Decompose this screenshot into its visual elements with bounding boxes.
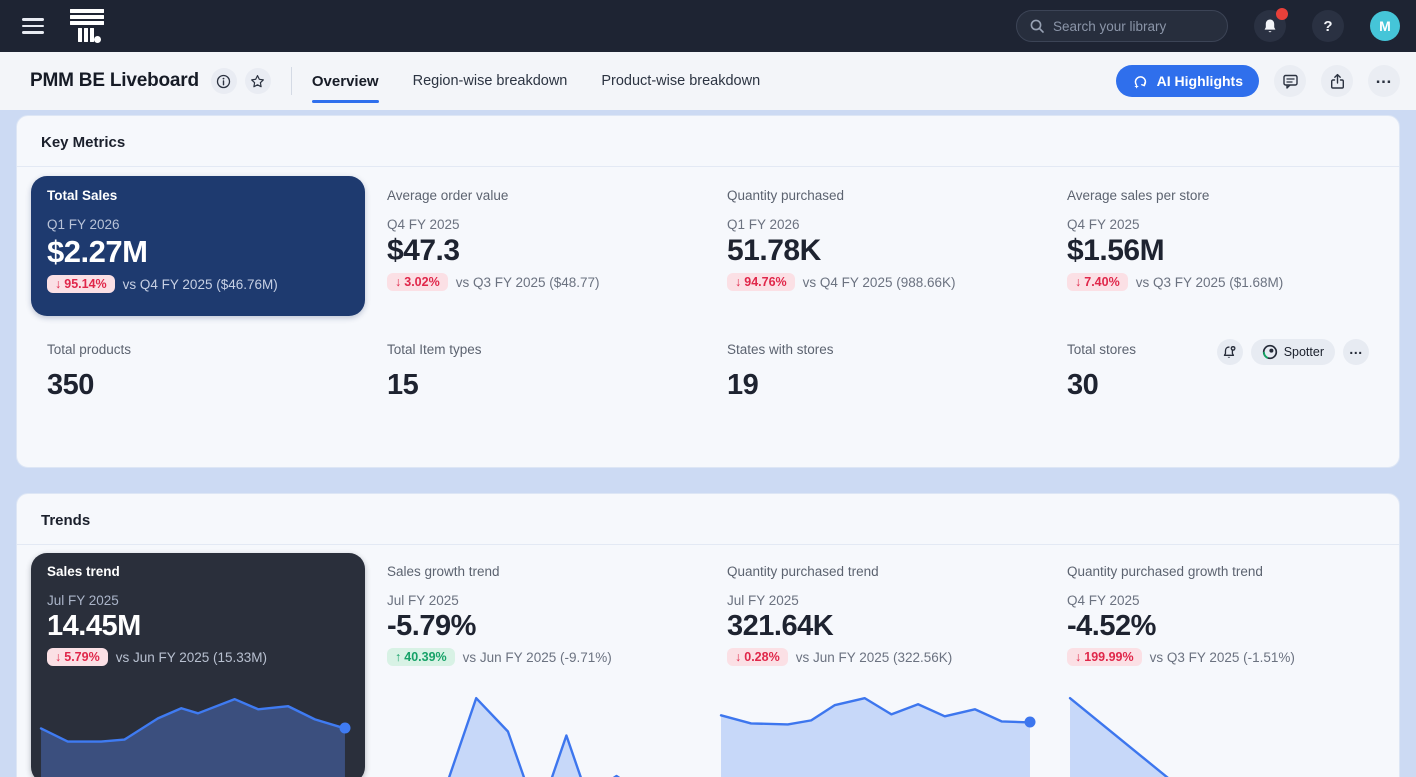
- liveboard-tabs: Overview Region-wise breakdown Product-w…: [312, 52, 760, 110]
- change-badge: ↓95.14%: [47, 275, 115, 293]
- arrow-down-icon: ↓: [55, 650, 61, 664]
- trend-card-sales-growth-trend[interactable]: Sales growth trend Jul FY 2025 -5.79% ↑4…: [371, 553, 705, 777]
- card-hover-controls: Spotter …: [1217, 339, 1369, 365]
- page-title: PMM BE Liveboard: [30, 70, 199, 92]
- card-more-button[interactable]: …: [1343, 339, 1369, 365]
- share-button[interactable]: [1321, 65, 1353, 97]
- more-options-button[interactable]: …: [1368, 65, 1400, 97]
- comparison-text: vs Q3 FY 2025 ($48.77): [456, 275, 600, 290]
- comparison-text: vs Q4 FY 2025 ($46.76M): [123, 277, 278, 292]
- comments-button[interactable]: [1274, 65, 1306, 97]
- trend-card-sales-trend[interactable]: Sales trend Jul FY 2025 14.45M ↓5.79% vs…: [31, 553, 365, 777]
- chart-end-dot: [339, 723, 350, 734]
- comment-icon: [1282, 73, 1299, 90]
- thoughtspot-logo-icon[interactable]: [70, 9, 104, 43]
- spotter-icon: [1262, 344, 1278, 360]
- search-icon: [1029, 18, 1045, 34]
- header-actions: AI Highlights …: [1116, 65, 1400, 97]
- sales-trend-sparkline: [31, 682, 365, 777]
- top-navbar: ? M: [0, 0, 1416, 52]
- comparison-text: vs Q4 FY 2025 (988.66K): [803, 275, 956, 290]
- app-root: ? M PMM BE Liveboard Overview Region-wis…: [0, 0, 1416, 777]
- star-icon: [250, 74, 265, 89]
- change-badge: ↑40.39%: [387, 648, 455, 666]
- key-metrics-title: Key Metrics: [17, 116, 1399, 167]
- change-badge: ↓0.28%: [727, 648, 788, 666]
- bell-plus-icon: [1222, 345, 1237, 360]
- share-icon: [1329, 73, 1346, 90]
- kpi-card-total-products[interactable]: Total products 350: [31, 342, 365, 402]
- spotter-button[interactable]: Spotter: [1251, 339, 1335, 365]
- info-button[interactable]: [211, 68, 237, 94]
- tab-region-wise-breakdown[interactable]: Region-wise breakdown: [413, 52, 568, 110]
- comparison-text: vs Jun FY 2025 (322.56K): [796, 650, 953, 665]
- tab-overview[interactable]: Overview: [312, 52, 379, 110]
- help-button[interactable]: ?: [1312, 10, 1344, 42]
- arrow-down-icon: ↓: [1075, 650, 1081, 664]
- bell-icon: [1262, 18, 1278, 35]
- trends-section: Trends Sales trend Jul FY 2025 14.45M ↓5…: [16, 493, 1400, 777]
- change-badge: ↓3.02%: [387, 273, 448, 291]
- kpi-card-average-sales-per-store[interactable]: Average sales per store Q4 FY 2025 $1.56…: [1051, 176, 1385, 316]
- comparison-text: vs Q3 FY 2025 (-1.51%): [1150, 650, 1295, 665]
- kpi-card-average-order-value[interactable]: Average order value Q4 FY 2025 $47.3 ↓3.…: [371, 176, 705, 316]
- arrow-down-icon: ↓: [55, 277, 61, 291]
- comparison-text: vs Jun FY 2025 (15.33M): [116, 650, 267, 665]
- arrow-down-icon: ↓: [735, 275, 741, 289]
- hamburger-menu-icon[interactable]: [22, 18, 44, 34]
- trends-grid: Sales trend Jul FY 2025 14.45M ↓5.79% vs…: [17, 545, 1399, 777]
- liveboard-header: PMM BE Liveboard Overview Region-wise br…: [0, 52, 1416, 110]
- favorite-button[interactable]: [245, 68, 271, 94]
- kpi-card-total-sales[interactable]: Total Sales Q1 FY 2026 $2.27M ↓95.14% vs…: [31, 176, 365, 316]
- change-badge: ↓5.79%: [47, 648, 108, 666]
- divider: [291, 67, 292, 95]
- change-badge: ↓94.76%: [727, 273, 795, 291]
- arrow-down-icon: ↓: [1075, 275, 1081, 289]
- trend-card-quantity-purchased-trend[interactable]: Quantity purchased trend Jul FY 2025 321…: [711, 553, 1045, 777]
- quantity-purchased-trend-sparkline: [711, 682, 1045, 777]
- change-badge: ↓7.40%: [1067, 273, 1128, 291]
- key-metrics-section: Key Metrics Total Sales Q1 FY 2026 $2.27…: [16, 115, 1400, 468]
- arrow-down-icon: ↓: [395, 275, 401, 289]
- more-icon: …: [1349, 341, 1364, 357]
- question-mark-icon: ?: [1323, 18, 1332, 35]
- create-alert-button[interactable]: [1217, 339, 1243, 365]
- notifications-button[interactable]: [1254, 10, 1286, 42]
- ai-sparkle-icon: [1132, 73, 1149, 90]
- info-icon: [216, 74, 231, 89]
- kpi-card-total-stores[interactable]: Total stores 30 Spo: [1051, 342, 1385, 402]
- kpi-card-states-with-stores[interactable]: States with stores 19: [711, 342, 1045, 402]
- notification-badge-dot: [1276, 8, 1288, 20]
- search-input[interactable]: [1053, 19, 1215, 34]
- kpi-card-total-item-types[interactable]: Total Item types 15: [371, 342, 705, 402]
- arrow-down-icon: ↓: [735, 650, 741, 664]
- comparison-text: vs Jun FY 2025 (-9.71%): [463, 650, 612, 665]
- trend-card-quantity-purchased-growth-trend[interactable]: Quantity purchased growth trend Q4 FY 20…: [1051, 553, 1385, 777]
- trends-title: Trends: [17, 494, 1399, 545]
- change-badge: ↓199.99%: [1067, 648, 1142, 666]
- library-search[interactable]: [1016, 10, 1228, 42]
- ai-highlights-button[interactable]: AI Highlights: [1116, 65, 1259, 97]
- user-avatar[interactable]: M: [1370, 11, 1400, 41]
- key-metrics-grid: Total Sales Q1 FY 2026 $2.27M ↓95.14% vs…: [17, 167, 1399, 402]
- quantity-purchased-growth-trend-sparkline: [1051, 682, 1385, 777]
- chart-end-dot: [1024, 717, 1035, 728]
- kpi-card-quantity-purchased[interactable]: Quantity purchased Q1 FY 2026 51.78K ↓94…: [711, 176, 1045, 316]
- arrow-up-icon: ↑: [395, 650, 401, 664]
- sales-growth-trend-sparkline: [371, 682, 705, 777]
- active-tab-underline: [312, 100, 379, 103]
- more-icon: …: [1375, 68, 1393, 88]
- tab-product-wise-breakdown[interactable]: Product-wise breakdown: [601, 52, 760, 110]
- comparison-text: vs Q3 FY 2025 ($1.68M): [1136, 275, 1284, 290]
